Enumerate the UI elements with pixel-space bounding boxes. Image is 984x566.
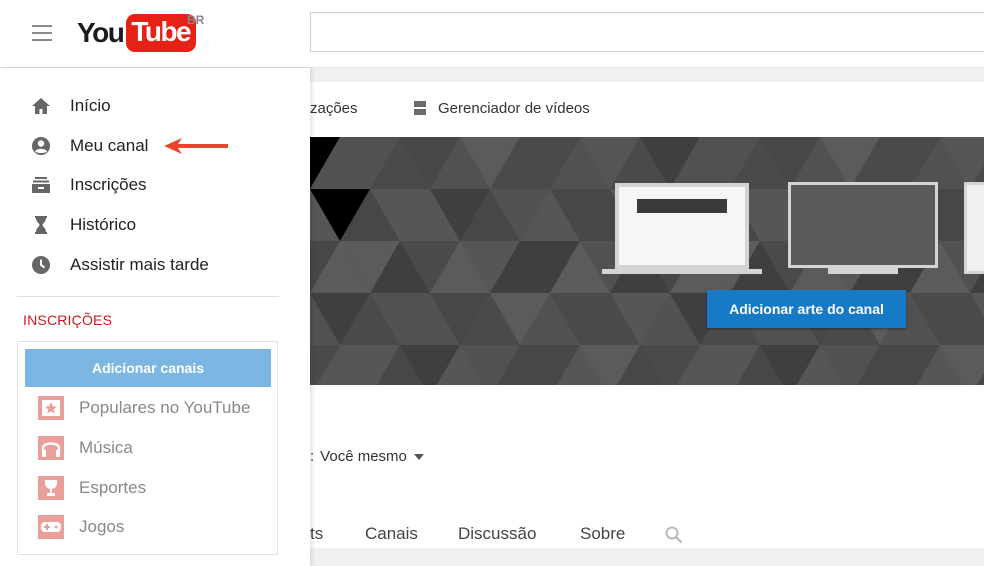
channel-banner: Adicionar arte do canal (310, 137, 984, 385)
tab-playlists[interactable]: ts (310, 524, 323, 544)
view-as-prefix: : (310, 448, 315, 465)
sidebar-item-watch-later[interactable]: Assistir mais tarde (30, 252, 280, 278)
subscription-item-label: Esportes (79, 478, 147, 497)
tab-video-manager[interactable]: Gerenciador de vídeos (414, 100, 590, 117)
sidebar-item-label: Inscrições (70, 175, 147, 194)
view-as-selector[interactable]: : Você mesmo (310, 448, 424, 465)
sidebar-item-label: Assistir mais tarde (70, 255, 209, 274)
add-channel-art-button[interactable]: Adicionar arte do canal (707, 290, 906, 328)
gamepad-icon (38, 515, 64, 539)
subscription-item-sports[interactable]: Esportes (37, 475, 273, 501)
video-manager-icon (414, 101, 426, 116)
home-icon (32, 98, 50, 114)
sidebar-item-label: Meu canal (70, 136, 149, 155)
hamburger-menu-icon[interactable] (32, 25, 52, 41)
tab-video-manager-label: Gerenciador de vídeos (438, 100, 590, 117)
sidebar-item-label: Histórico (70, 215, 137, 234)
hourglass-icon (35, 216, 47, 234)
sidebar-item-subscriptions[interactable]: Inscrições (30, 172, 280, 198)
add-channels-button[interactable]: Adicionar canais (25, 349, 271, 387)
laptop-base-illustration (602, 269, 762, 274)
region-label: BR (187, 13, 205, 27)
tab-about[interactable]: Sobre (580, 524, 625, 544)
guide-sidebar: Início Meu canal Inscrições Histórico As… (0, 68, 310, 566)
channel-tabs: ts Canais Discussão Sobre (310, 524, 984, 548)
sidebar-item-home[interactable]: Início (30, 93, 280, 119)
sidebar-item-history[interactable]: Histórico (30, 212, 280, 238)
chevron-down-icon (413, 453, 424, 460)
masthead: You Tube BR (0, 0, 984, 68)
laptop-illustration (615, 183, 749, 269)
subscriptions-section-title: INSCRIÇÕES (23, 312, 113, 328)
trophy-icon (38, 476, 64, 500)
tab-discussion[interactable]: Discussão (458, 524, 536, 544)
tab-channels[interactable]: Canais (365, 524, 418, 544)
search-input[interactable] (310, 12, 984, 52)
sidebar-item-my-channel[interactable]: Meu canal (30, 133, 280, 159)
channel-main: zações Gerenciador de vídeos Adicionar a… (310, 68, 984, 566)
sidebar-item-label: Início (70, 96, 111, 115)
tv-stand-illustration (828, 268, 898, 274)
subscriptions-box: Adicionar canais Populares no YouTube Mú… (17, 341, 278, 555)
popular-icon (38, 396, 64, 420)
subscription-item-label: Populares no YouTube (79, 398, 251, 417)
youtube-logo[interactable]: You Tube (77, 13, 197, 53)
clock-icon (32, 256, 50, 274)
logo-tube-text: Tube (126, 14, 197, 52)
view-as-value: Você mesmo (320, 448, 407, 465)
sidebar-divider (17, 296, 279, 297)
subscription-item-games[interactable]: Jogos (37, 514, 273, 540)
subscription-item-music[interactable]: Música (37, 435, 273, 461)
subscription-item-popular[interactable]: Populares no YouTube (37, 395, 273, 421)
subscription-item-label: Jogos (79, 517, 125, 536)
logo-you-text: You (77, 17, 125, 48)
headphones-icon (38, 436, 64, 460)
subscription-item-label: Música (79, 438, 133, 457)
search-icon[interactable] (665, 526, 683, 544)
tv-illustration (788, 182, 938, 268)
annotation-arrow (164, 138, 228, 154)
channel-panel: zações Gerenciador de vídeos Adicionar a… (310, 82, 984, 548)
account-icon (32, 137, 50, 155)
subscriptions-icon (32, 177, 50, 193)
tablet-illustration (964, 182, 984, 274)
tab-updates[interactable]: zações (310, 100, 358, 117)
